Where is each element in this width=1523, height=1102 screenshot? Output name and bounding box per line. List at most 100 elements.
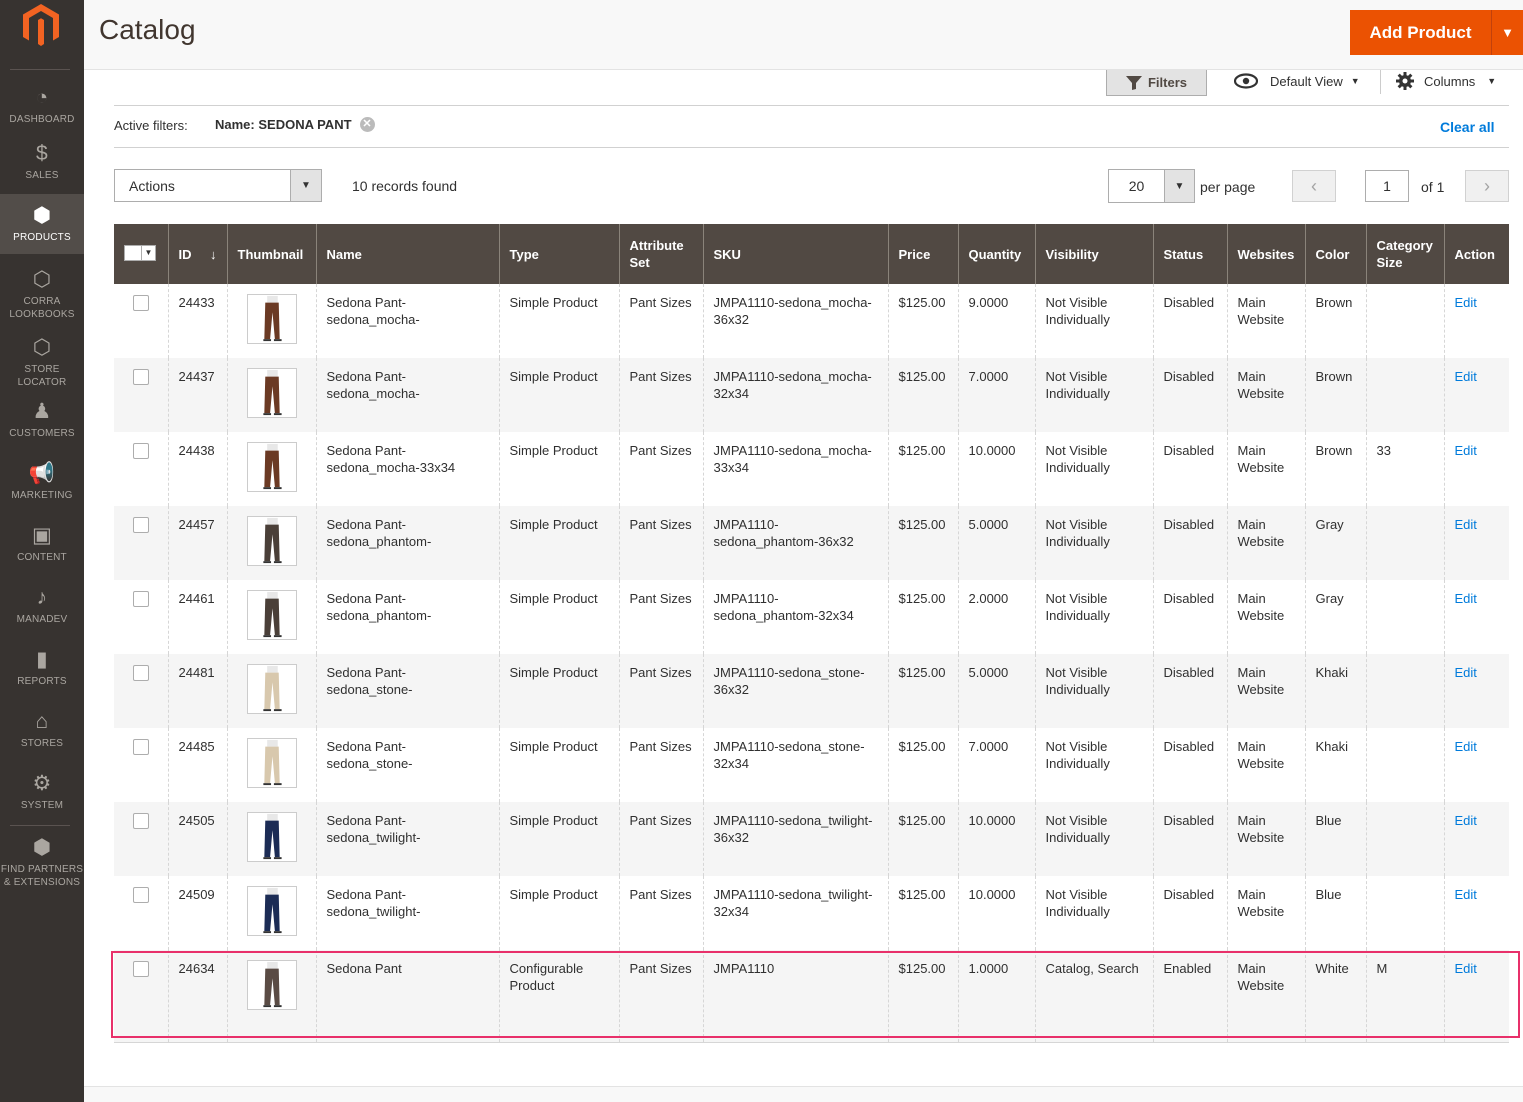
product-thumbnail[interactable] [246, 516, 297, 566]
edit-link[interactable]: Edit [1455, 739, 1477, 754]
table-row[interactable]: 24433 Sedona Pant-sedona_mocha- Simple Pro… [114, 284, 1509, 358]
product-thumbnail[interactable] [246, 590, 297, 640]
row-checkbox[interactable] [133, 369, 149, 385]
edit-link[interactable]: Edit [1455, 443, 1477, 458]
column-header-category-size[interactable]: Category Size [1365, 224, 1444, 284]
sidebar-item-label: STORES [20, 738, 64, 749]
edit-link[interactable]: Edit [1455, 887, 1477, 902]
column-header-status[interactable]: Status [1152, 224, 1227, 284]
sidebar-item-dashboard[interactable]: ◔ DASHBOARD [0, 86, 84, 126]
cell-thumbnail[interactable] [226, 358, 316, 432]
cell-thumbnail[interactable] [226, 580, 316, 654]
edit-link[interactable]: Edit [1455, 295, 1477, 310]
row-checkbox[interactable] [133, 813, 149, 829]
prev-page-button[interactable]: ‹ [1292, 170, 1336, 202]
cell-thumbnail[interactable] [226, 950, 316, 1043]
column-header-attribute-set[interactable]: Attribute Set [618, 224, 703, 284]
column-header-visibility[interactable]: Visibility [1034, 224, 1153, 284]
cell-quantity: 7.0000 [957, 728, 1035, 802]
sidebar-item-sales[interactable]: $ SALES [0, 142, 84, 182]
caret-down-icon[interactable]: ▼ [141, 245, 155, 260]
column-header-quantity[interactable]: Quantity [957, 224, 1035, 284]
sidebar-item-system[interactable]: ⚙ SYSTEM [0, 772, 84, 812]
edit-link[interactable]: Edit [1455, 813, 1477, 828]
select-all-header[interactable]: ▼ [114, 224, 168, 284]
cell-thumbnail[interactable] [226, 728, 316, 802]
product-thumbnail[interactable] [246, 294, 297, 344]
edit-link[interactable]: Edit [1455, 961, 1477, 976]
table-row[interactable]: 24437 Sedona Pant-sedona_mocha- Simple Pro… [114, 358, 1509, 432]
table-row[interactable]: 24461 Sedona Pant-sedona_phantom- Simple P… [114, 580, 1509, 654]
product-thumbnail[interactable] [246, 738, 297, 788]
sidebar-item-store-locator[interactable]: ⬡ STORE LOCATOR [0, 336, 84, 389]
columns-control[interactable]: Columns ▼ [1396, 70, 1496, 92]
product-thumbnail[interactable] [246, 664, 297, 714]
add-product-label[interactable]: Add Product [1350, 10, 1491, 55]
cell-thumbnail[interactable] [226, 284, 316, 358]
product-thumbnail[interactable] [246, 960, 297, 1010]
cell-name: Sedona Pant-sedona_stone- [315, 728, 499, 802]
row-checkbox[interactable] [133, 517, 149, 533]
edit-link[interactable]: Edit [1455, 517, 1477, 532]
magento-logo-icon[interactable] [21, 4, 61, 48]
page-number-input[interactable]: 1 [1365, 170, 1409, 202]
row-checkbox[interactable] [133, 961, 149, 977]
mass-actions-select[interactable]: Actions ▼ [114, 169, 322, 202]
filters-button[interactable]: Filters [1106, 70, 1207, 96]
table-row[interactable]: 24505 Sedona Pant-sedona_twilight- Simple … [114, 802, 1509, 876]
edit-link[interactable]: Edit [1455, 369, 1477, 384]
add-product-dropdown-toggle[interactable]: ▼ [1491, 10, 1523, 55]
row-checkbox[interactable] [133, 443, 149, 459]
chevron-down-icon[interactable]: ▼ [290, 170, 321, 201]
chevron-down-icon[interactable]: ▼ [1164, 170, 1194, 202]
table-row[interactable]: 24438 Sedona Pant-sedona_mocha-33x34 Simpl… [114, 432, 1509, 506]
caret-down-icon: ▼ [1487, 76, 1497, 86]
sidebar-item-find-partners-extensions[interactable]: ⬢ FIND PARTNERS & EXTENSIONS [0, 836, 84, 889]
table-row[interactable]: 24485 Sedona Pant-sedona_stone- Simple Pro… [114, 728, 1509, 802]
table-row[interactable]: 24481 Sedona Pant-sedona_stone- Simple Pro… [114, 654, 1509, 728]
table-row[interactable]: 24509 Sedona Pant-sedona_twilight- Simple … [114, 876, 1509, 950]
product-thumbnail[interactable] [246, 442, 297, 492]
sidebar-item-content[interactable]: ▣ CONTENT [0, 524, 84, 564]
product-thumbnail[interactable] [246, 812, 297, 862]
remove-filter-icon[interactable]: ✕ [359, 117, 375, 132]
default-view-switcher[interactable]: Default View ▼ [1234, 70, 1360, 92]
column-header-thumbnail[interactable]: Thumbnail [226, 224, 316, 284]
per-page-select[interactable]: 20 ▼ [1108, 169, 1195, 203]
sidebar-item-marketing[interactable]: 📢 MARKETING [0, 462, 84, 502]
edit-link[interactable]: Edit [1455, 665, 1477, 680]
cell-thumbnail[interactable] [226, 876, 316, 950]
row-checkbox[interactable] [133, 739, 149, 755]
sidebar-item-customers[interactable]: ♟ CUSTOMERS [0, 400, 84, 440]
product-thumbnail[interactable] [246, 368, 297, 418]
sidebar-item-stores[interactable]: ⌂ STORES [0, 710, 84, 750]
column-header-price[interactable]: Price [887, 224, 958, 284]
product-thumbnail[interactable] [246, 886, 297, 936]
sidebar-item-reports[interactable]: ▮ REPORTS [0, 648, 84, 688]
select-all-checkbox[interactable]: ▼ [124, 244, 156, 261]
clear-all-link[interactable]: Clear all [1440, 119, 1494, 135]
row-checkbox[interactable] [133, 591, 149, 607]
cell-thumbnail[interactable] [226, 802, 316, 876]
column-header-name[interactable]: Name [315, 224, 499, 284]
table-row[interactable]: 24457 Sedona Pant-sedona_phantom- Simple P… [114, 506, 1509, 580]
cell-thumbnail[interactable] [226, 432, 316, 506]
cell-thumbnail[interactable] [226, 654, 316, 728]
row-checkbox[interactable] [133, 295, 149, 311]
sidebar-item-corra-lookbooks[interactable]: ⬡ CORRA LOOKBOOKS [0, 268, 84, 321]
next-page-button[interactable]: › [1465, 170, 1509, 202]
column-header-sku[interactable]: SKU [702, 224, 888, 284]
column-header-color[interactable]: Color [1304, 224, 1366, 284]
table-row[interactable]: 24634 Sedona Pant Configurable Product Pant… [114, 950, 1509, 1043]
column-header-id[interactable]: ID ↓ [167, 224, 227, 284]
row-checkbox[interactable] [133, 665, 149, 681]
column-header-type[interactable]: Type [498, 224, 619, 284]
sidebar-item-products[interactable]: ⬢ PRODUCTS [0, 194, 84, 254]
add-product-button[interactable]: Add Product ▼ [1350, 10, 1523, 55]
sidebar-item-manadev[interactable]: ♪ MANADEV [0, 586, 84, 626]
column-header-websites[interactable]: Websites [1226, 224, 1305, 284]
edit-link[interactable]: Edit [1455, 591, 1477, 606]
cell-thumbnail[interactable] [226, 506, 316, 580]
row-checkbox[interactable] [133, 887, 149, 903]
cell-color: Blue [1304, 876, 1366, 950]
